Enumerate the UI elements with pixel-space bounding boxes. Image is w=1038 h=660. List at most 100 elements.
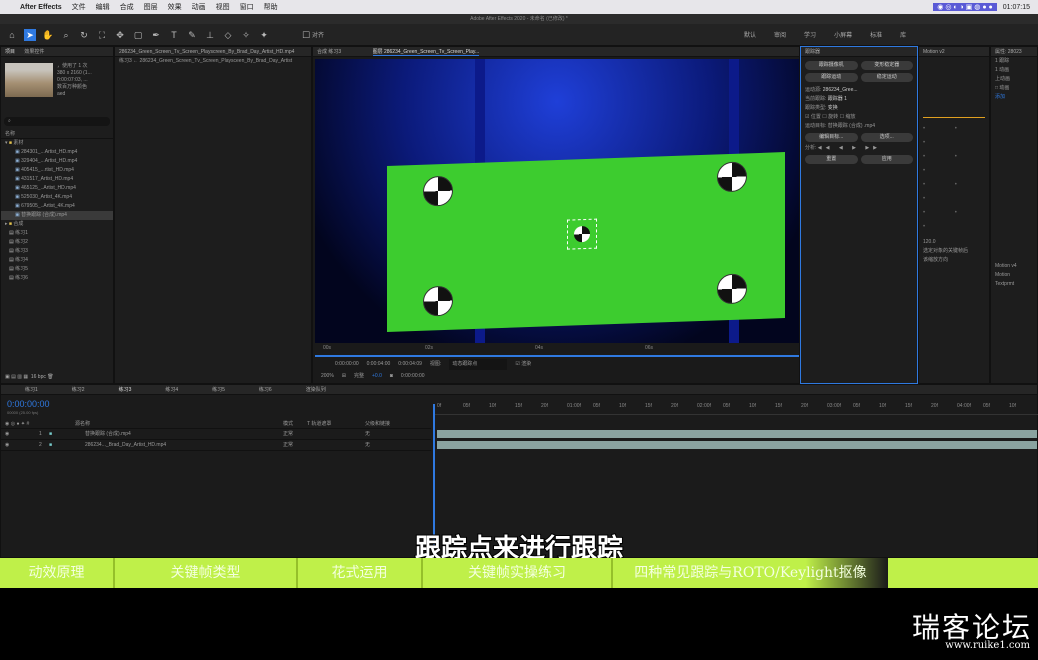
project-search[interactable]: ⌕ [4, 117, 110, 126]
file-item[interactable]: ▣ 679505_..Artist_4K.mp4 [1, 202, 113, 211]
roto-tool-icon[interactable]: ✧ [240, 29, 252, 41]
folder-comps[interactable]: ▸ ■ 合成 [1, 220, 113, 229]
scale-checkbox[interactable]: ☐ 缩放 [840, 114, 856, 120]
layer-ruler[interactable]: 00s 02s 04s 06s [315, 345, 799, 357]
file-item[interactable]: ▣ 465125_..Artist_HD.mp4 [1, 184, 113, 193]
analyze-controls-icon[interactable]: ◀◀ ◀ ▶ ▶▶ [818, 145, 881, 151]
selection-tool-icon[interactable]: ➤ [24, 28, 36, 41]
workspace-library[interactable]: 库 [900, 30, 906, 39]
track-motion-button[interactable]: 跟踪运动 [805, 73, 858, 82]
timeline-tab[interactable]: 练习2 [72, 385, 85, 394]
timeline-tab[interactable]: 练习5 [212, 385, 225, 394]
chapter-item[interactable]: 花式运用 [298, 558, 423, 588]
type-tool-icon[interactable]: T [168, 29, 180, 41]
comp-item[interactable]: ▤ 练习4 [1, 256, 113, 265]
snap-checkbox-icon[interactable]: ☐ [300, 29, 312, 41]
workspace-small[interactable]: 小屏幕 [834, 30, 852, 39]
apply-button[interactable]: 应用 [860, 155, 913, 164]
workspace-default[interactable]: 默认 [744, 30, 756, 39]
label-color-icon[interactable]: ■ [49, 429, 52, 440]
motion-tab[interactable]: Motion v2 [919, 47, 989, 57]
layer-bar-1[interactable] [437, 430, 1037, 438]
anchor-grid-icon[interactable]: • • • • • • • • • • • • [919, 118, 989, 238]
timeline-tab[interactable]: 练习3 [119, 385, 132, 394]
label-color-icon[interactable]: ■ [49, 440, 52, 451]
camera-icon[interactable]: ◙ [390, 371, 393, 382]
hand-tool-icon[interactable]: ✋ [42, 29, 54, 41]
timeline-tab[interactable]: 练习6 [259, 385, 272, 394]
pen-tool-icon[interactable]: ✒ [150, 29, 162, 41]
comp-item[interactable]: ▤ 练习2 [1, 238, 113, 247]
edit-target-button[interactable]: 编辑目标... [805, 133, 858, 142]
camera-tool-icon[interactable]: ⛶ [96, 29, 108, 41]
track-matte-header[interactable]: T 轨道遮罩 [307, 419, 331, 429]
chapter-item[interactable]: 动效原理 [0, 558, 115, 588]
comp-item[interactable]: ▤ 练习1 [1, 229, 113, 238]
folder-footage[interactable]: ▾ ■ 素材 [1, 139, 113, 148]
in-point[interactable]: 0:00:00:00 [335, 359, 359, 370]
current-track-select[interactable]: 跟踪器 1 [828, 96, 847, 102]
layer-parent[interactable]: 无 [365, 440, 370, 451]
resolution-select[interactable]: 完整 [354, 371, 364, 382]
file-item[interactable]: ▣ 替换跟踪 (合成).mp4 [1, 211, 113, 220]
warp-stabilizer-button[interactable]: 变形稳定器 [860, 61, 913, 70]
layer-mode[interactable]: 正常 [283, 429, 293, 440]
menu-layer[interactable]: 图层 [144, 2, 158, 12]
file-item[interactable]: ▣ 329404_...Artist_HD.mp4 [1, 157, 113, 166]
eye-icon[interactable]: ◉ [5, 429, 9, 440]
layer-row[interactable]: ◉ 2 ■ 286234..._Brad_Day_Artist_HD.mp4 正常 无 [1, 440, 431, 451]
duration[interactable]: 0:00:04:00 [367, 359, 391, 370]
eraser-tool-icon[interactable]: ◇ [222, 29, 234, 41]
tab-layer[interactable]: 图层 286234_Green_Screen_Tv_Screen_Play... [372, 49, 480, 56]
file-item[interactable]: ▣ 284301_...Artist_HD.mp4 [1, 148, 113, 157]
menu-file[interactable]: 文件 [72, 2, 86, 12]
rectangle-tool-icon[interactable]: ▢ [132, 29, 144, 41]
tab-comp[interactable]: 合成 练习3 [317, 49, 341, 55]
properties-tab[interactable]: 属性: 28023 [991, 47, 1037, 57]
menu-animation[interactable]: 动画 [192, 2, 206, 12]
track-camera-button[interactable]: 跟踪摄像机 [805, 61, 858, 70]
layer-name[interactable]: 替换跟踪 (合成).mp4 [85, 429, 131, 440]
workspace-standard[interactable]: 标准 [870, 30, 882, 39]
file-item[interactable]: ▣ 431517_Artist_HD.mp4 [1, 175, 113, 184]
grid-icon[interactable]: ⊞ [342, 371, 346, 382]
bpc-label[interactable]: 16 bpc [31, 374, 46, 380]
layer-row[interactable]: ◉ 1 ■ 替换跟踪 (合成).mp4 正常 无 [1, 429, 431, 440]
out-point[interactable]: 0:00:04:09 [398, 359, 422, 370]
render-checkbox[interactable]: ☑ 渲染 [515, 359, 531, 370]
chapter-item-active[interactable]: 四种常见跟踪与ROTO/Keylight抠像 [613, 558, 888, 588]
tab-comp-footage[interactable]: 286234_Green_Screen_Tv_Screen_Playscreen… [119, 49, 294, 55]
render-queue-tab[interactable]: 渲染队列 [306, 385, 326, 394]
prop-item[interactable]: 上动画 [991, 75, 1037, 84]
workspace-review[interactable]: 审阅 [774, 30, 786, 39]
rotate-tool-icon[interactable]: ↻ [78, 29, 90, 41]
current-time[interactable]: 0:00:00:00 [401, 371, 425, 382]
position-checkbox[interactable]: ☑ 位置 [805, 114, 821, 120]
source-name-header[interactable]: 源名称 [75, 419, 90, 429]
workspace-learn[interactable]: 学习 [804, 30, 816, 39]
prop-item[interactable]: 1 动画 [991, 66, 1037, 75]
reset-button[interactable]: 重置 [805, 155, 858, 164]
layer-bar-2[interactable] [437, 441, 1037, 449]
layer-name[interactable]: 286234..._Brad_Day_Artist_HD.mp4 [85, 440, 166, 451]
menu-view[interactable]: 视图 [216, 2, 230, 12]
app-name[interactable]: After Effects [20, 4, 62, 11]
prop-item[interactable]: 添加 [991, 93, 1037, 102]
prop-item[interactable]: □ 动画 [991, 84, 1037, 93]
tab-effect-controls[interactable]: 效果控件 [24, 49, 44, 55]
track-type-select[interactable]: 变换 [828, 105, 838, 111]
timeline-tab[interactable]: 练习4 [165, 385, 178, 394]
motion-source-select[interactable]: 286234_Gree... [823, 87, 858, 93]
chapter-item[interactable]: 关键帧实操练习 [423, 558, 613, 588]
stabilize-motion-button[interactable]: 稳定运动 [860, 73, 913, 82]
options-button[interactable]: 选项... [860, 133, 913, 142]
menu-help[interactable]: 帮助 [264, 2, 278, 12]
timeline-tab[interactable]: 练习1 [25, 385, 38, 394]
layer-mode[interactable]: 正常 [283, 440, 293, 451]
comp-item[interactable]: ▤ 练习3 [1, 247, 113, 256]
rotation-checkbox[interactable]: ☐ 旋转 [822, 114, 838, 120]
motion-value[interactable]: 120.0 [919, 238, 989, 247]
chapter-item[interactable]: 关键帧类型 [115, 558, 298, 588]
menu-window[interactable]: 窗口 [240, 2, 254, 12]
plus-value[interactable]: +0.0 [372, 371, 382, 382]
